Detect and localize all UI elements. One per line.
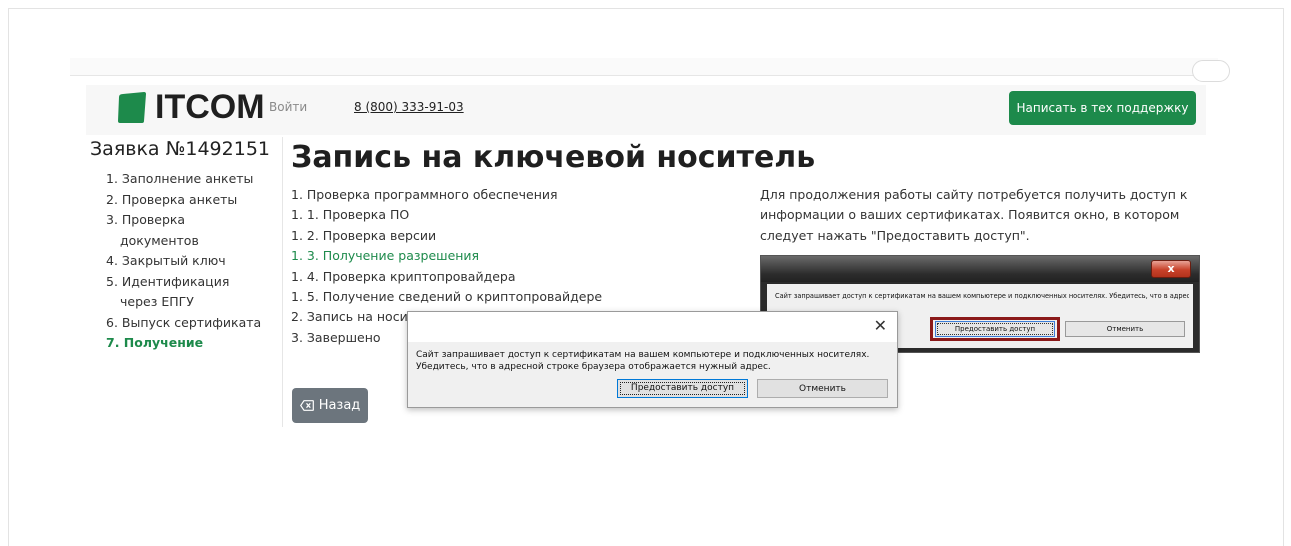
substep-item-current: 1. 3. Получение разрешения [291, 248, 480, 264]
itcom-logo-icon[interactable] [117, 91, 146, 124]
example-titlebar [761, 256, 1199, 282]
login-link[interactable]: Войти [269, 100, 307, 114]
substep-item: 1. Проверка программного обеспечения [291, 187, 558, 202]
example-message: Сайт запрашивает доступ к сертификатам н… [775, 292, 1189, 300]
backspace-icon [299, 400, 314, 411]
dialog-titlebar[interactable] [408, 312, 897, 342]
back-button-label: Назад [318, 398, 361, 413]
browser-profile-pill [1192, 60, 1230, 82]
back-button[interactable]: Назад [292, 388, 368, 423]
page-title: Запись на ключевой носитель [291, 140, 816, 175]
order-title: Заявка №1492151 [90, 138, 270, 160]
dialog-message: Сайт запрашивает доступ к сертификатам н… [416, 350, 870, 372]
example-close-icon: x [1151, 260, 1191, 278]
example-cancel-button: Отменить [1065, 321, 1185, 337]
substep-item: 1. 1. Проверка ПО [291, 207, 410, 223]
substep-item: 1. 5. Получение сведений о криптопровайд… [291, 289, 603, 305]
order-step: 4. Закрытый ключ [106, 253, 226, 268]
order-step: 2. Проверка анкеты [106, 191, 238, 207]
order-step: 3. Проверка документов [106, 212, 199, 248]
substep-item: 1. 2. Проверка версии [291, 227, 437, 243]
order-step: 5. Идентификация через ЕПГУ [106, 273, 230, 310]
address-bar-remnant [70, 58, 1218, 76]
certificate-access-dialog: ✕ Сайт запрашивает доступ к сертификатам… [407, 311, 898, 408]
support-button[interactable]: Написать в тех поддержку [1009, 91, 1196, 125]
substep-item: 1. 4. Проверка криптопровайдера [291, 268, 516, 284]
cancel-button[interactable]: Отменить [757, 379, 888, 398]
order-step: 6. Выпуск сертификата [106, 314, 262, 330]
order-step: 1. Заполнение анкеты [106, 171, 254, 186]
instruction-text: Для продолжения работы сайту потребуется… [760, 187, 1188, 243]
itcom-logo-text[interactable]: ITCOM [155, 88, 265, 127]
grant-access-button[interactable]: Предоставить доступ [617, 379, 748, 398]
order-step-current: 7. Получение [106, 335, 204, 350]
example-grant-button: Предоставить доступ [935, 321, 1055, 337]
sidebar-divider [282, 137, 283, 427]
order-steps-list: 1. Заполнение анкеты 2. Проверка анкеты … [106, 169, 276, 354]
close-icon[interactable]: ✕ [874, 318, 887, 334]
phone-link[interactable]: 8 (800) 333-91-03 [354, 100, 464, 114]
